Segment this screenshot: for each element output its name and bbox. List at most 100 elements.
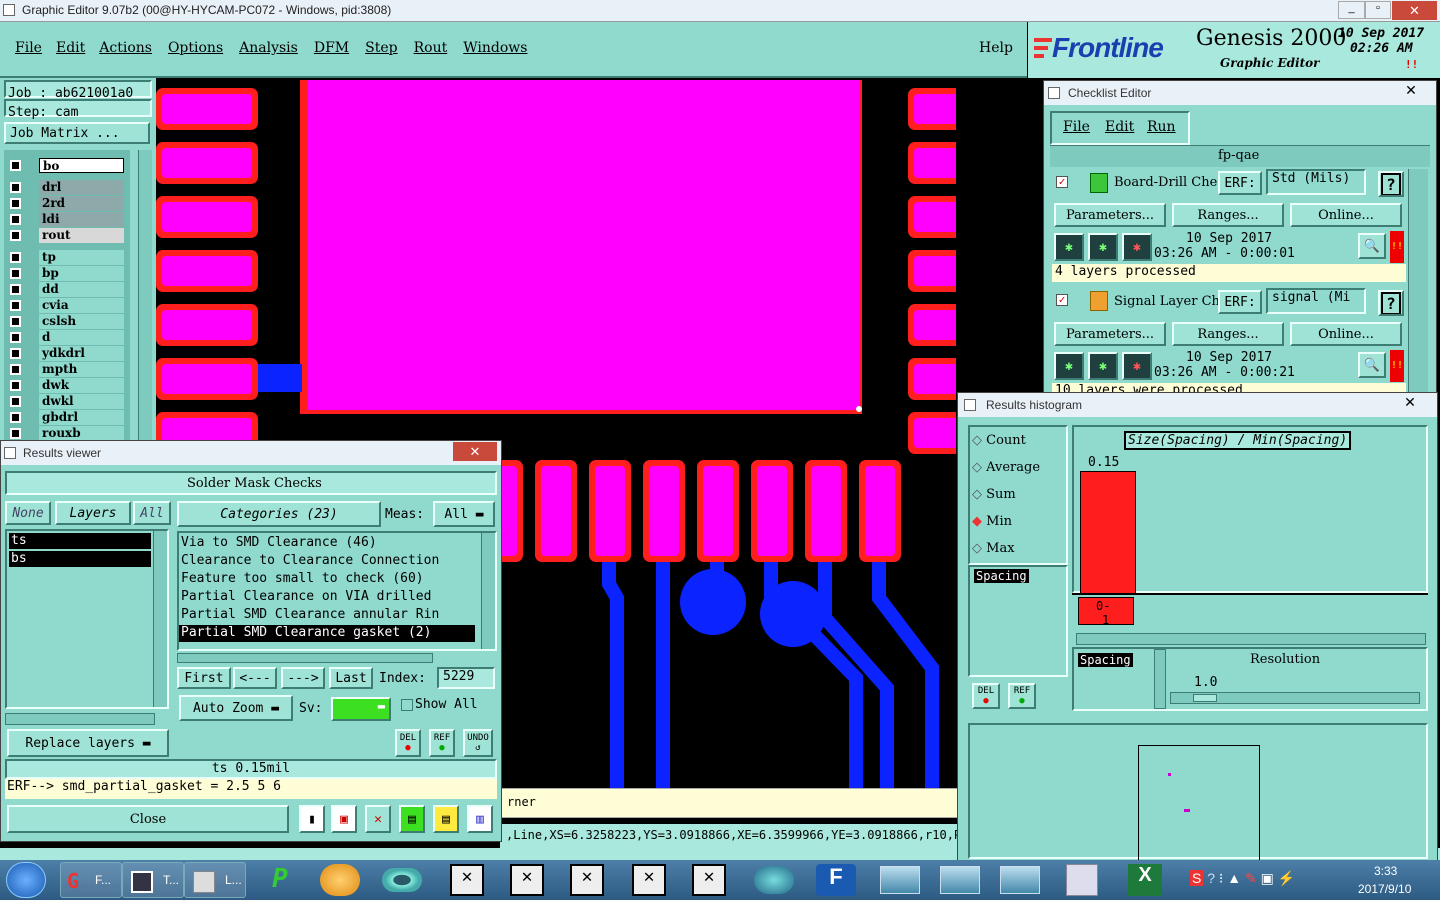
taskbar-app-save[interactable]: T... [122, 862, 184, 898]
spacing-list[interactable]: Spacing [968, 565, 1068, 677]
layer-row[interactable]: dwk [6, 378, 124, 393]
layer-row[interactable]: cslsh [6, 314, 124, 329]
stop-check-icon[interactable]: ✱ [1122, 233, 1152, 261]
erf-button[interactable]: ERF: [1218, 290, 1262, 314]
ref-button[interactable]: REF ● [1008, 683, 1036, 709]
taskbar-icon-globe[interactable] [754, 866, 794, 894]
index-field[interactable]: 5229 [437, 667, 495, 689]
job-matrix-button[interactable]: Job Matrix ... [4, 122, 150, 144]
check-checkbox[interactable]: ✓ [1056, 294, 1068, 306]
menu-analysis[interactable]: Analysis [239, 40, 298, 56]
check-checkbox[interactable]: ✓ [1056, 176, 1068, 188]
taskbar-icon-excel[interactable]: X [1128, 864, 1162, 896]
mode-min[interactable]: ◆ Min [972, 514, 1012, 529]
step-check-icon[interactable]: ✱ [1088, 233, 1118, 261]
erf-field[interactable]: signal (Mi [1266, 288, 1366, 314]
taskbar-icon-eye[interactable] [382, 868, 422, 892]
layer-row[interactable]: mpth [6, 362, 124, 377]
layers-button[interactable]: Layers [55, 501, 131, 525]
list-item[interactable]: Partial SMD Clearance annular Rin [181, 607, 475, 622]
checklist-scrollbar[interactable] [1408, 169, 1428, 399]
list-item[interactable]: Partial Clearance on VIA drilled [181, 589, 475, 604]
checklist-menu-run[interactable]: Run [1147, 119, 1176, 135]
histogram-scrollbar[interactable] [1076, 633, 1426, 645]
results-close-button[interactable]: ✕ [453, 442, 497, 461]
categories-button[interactable]: Categories (23) [177, 501, 381, 527]
taskbar-window-icon[interactable]: ✕ [570, 864, 604, 896]
list-item[interactable]: Feature too small to check (60) [181, 571, 475, 586]
mode-count[interactable]: ◇ Count [972, 433, 1026, 448]
stop-check-icon[interactable]: ✱ [1122, 352, 1152, 380]
tray-icons[interactable]: S ? ⁝ ▲ ✎ ▣ ⚡ [1190, 870, 1340, 890]
zoom-results-icon[interactable]: 🔍 [1358, 233, 1386, 259]
all-layers-button[interactable]: All [133, 501, 171, 525]
ref-button[interactable]: REF ● [429, 729, 455, 757]
menu-help[interactable]: Help [979, 40, 1013, 56]
start-button[interactable] [6, 862, 46, 898]
erf-button[interactable]: ERF: [1218, 171, 1262, 195]
taskbar-icon-image[interactable] [1000, 866, 1040, 894]
taskbar-window-icon[interactable]: ✕ [450, 864, 484, 896]
layer-row[interactable]: 2rd [6, 196, 124, 211]
maximize-button[interactable]: ▫ [1365, 1, 1391, 19]
mode-sum[interactable]: ◇ Sum [972, 487, 1016, 502]
mode-average[interactable]: ◇ Average [972, 460, 1040, 475]
zoom-results-icon[interactable]: 🔍 [1358, 352, 1386, 378]
toolbar-list-icon[interactable]: ▤ [399, 805, 425, 833]
menu-rout[interactable]: Rout [414, 40, 448, 56]
taskbar-window-icon[interactable]: ✕ [692, 864, 726, 896]
histogram-close-button[interactable]: ✕ [1388, 394, 1432, 412]
parameters-button[interactable]: Parameters... [1054, 203, 1166, 227]
layer-row[interactable]: bo [6, 158, 124, 173]
layer-row[interactable]: tp [6, 250, 124, 265]
layer-row[interactable]: rouxb [6, 426, 124, 441]
menu-actions[interactable]: Actions [99, 40, 152, 56]
layer-row[interactable]: ydkdrl [6, 346, 124, 361]
layer-row[interactable]: d [6, 330, 124, 345]
online-button[interactable]: Online... [1290, 203, 1402, 227]
sv-color-select[interactable]: ▬ [331, 697, 391, 721]
help-button[interactable]: ? [1378, 290, 1404, 316]
taskbar-icon-shell[interactable] [320, 864, 360, 896]
menu-file[interactable]: File [15, 40, 42, 56]
parameters-button[interactable]: Parameters... [1054, 322, 1166, 346]
mode-max[interactable]: ◇ Max [972, 541, 1015, 556]
taskbar-app-log[interactable]: L... [184, 862, 246, 898]
del-button[interactable]: DEL ● [395, 729, 421, 757]
checklist-close-button[interactable]: ✕ [1390, 82, 1432, 100]
resolution-slider[interactable] [1170, 692, 1420, 704]
minimize-button[interactable]: _ [1338, 1, 1365, 19]
taskbar-icon-image[interactable] [940, 866, 980, 894]
taskbar-window-icon[interactable]: ✕ [510, 864, 544, 896]
taskbar-window-icon[interactable]: ✕ [632, 864, 666, 896]
results-close-button-bottom[interactable]: Close [7, 805, 289, 833]
layer-row[interactable]: ldi [6, 212, 124, 227]
online-button[interactable]: Online... [1290, 322, 1402, 346]
first-button[interactable]: First [177, 667, 231, 689]
menu-step[interactable]: Step [365, 40, 397, 56]
layer-row[interactable]: rout [6, 228, 124, 243]
menu-edit[interactable]: Edit [56, 40, 85, 56]
checklist-menu-edit[interactable]: Edit [1105, 119, 1134, 135]
ranges-button[interactable]: Ranges... [1172, 203, 1284, 227]
toolbar-ref-icon[interactable]: ✕ [365, 805, 391, 833]
list-item[interactable]: ts [9, 533, 151, 549]
layer-row[interactable]: cvia [6, 298, 124, 313]
list-item[interactable]: bs [9, 551, 151, 567]
toolbar-info-icon[interactable]: ▮ [299, 805, 325, 833]
layer-row[interactable]: dd [6, 282, 124, 297]
toolbar-notes-icon[interactable]: ▤ [433, 805, 459, 833]
menu-windows[interactable]: Windows [463, 40, 527, 56]
layer-row[interactable]: gbdrl [6, 410, 124, 425]
menu-dfm[interactable]: DFM [314, 40, 349, 56]
step-check-icon[interactable]: ✱ [1088, 352, 1118, 380]
taskbar-app-fuse[interactable]: G F... [60, 862, 122, 898]
next-button[interactable]: ---> [281, 667, 325, 689]
layer-row[interactable]: dwkl [6, 394, 124, 409]
layer-scrollbar[interactable] [138, 150, 152, 448]
meas-select[interactable]: All ▬ [433, 501, 495, 527]
undo-button[interactable]: UNDO ↺ [463, 729, 493, 757]
ranges-button[interactable]: Ranges... [1172, 322, 1284, 346]
toolbar-select-icon[interactable]: ▣ [331, 805, 357, 833]
menu-options[interactable]: Options [168, 40, 223, 56]
